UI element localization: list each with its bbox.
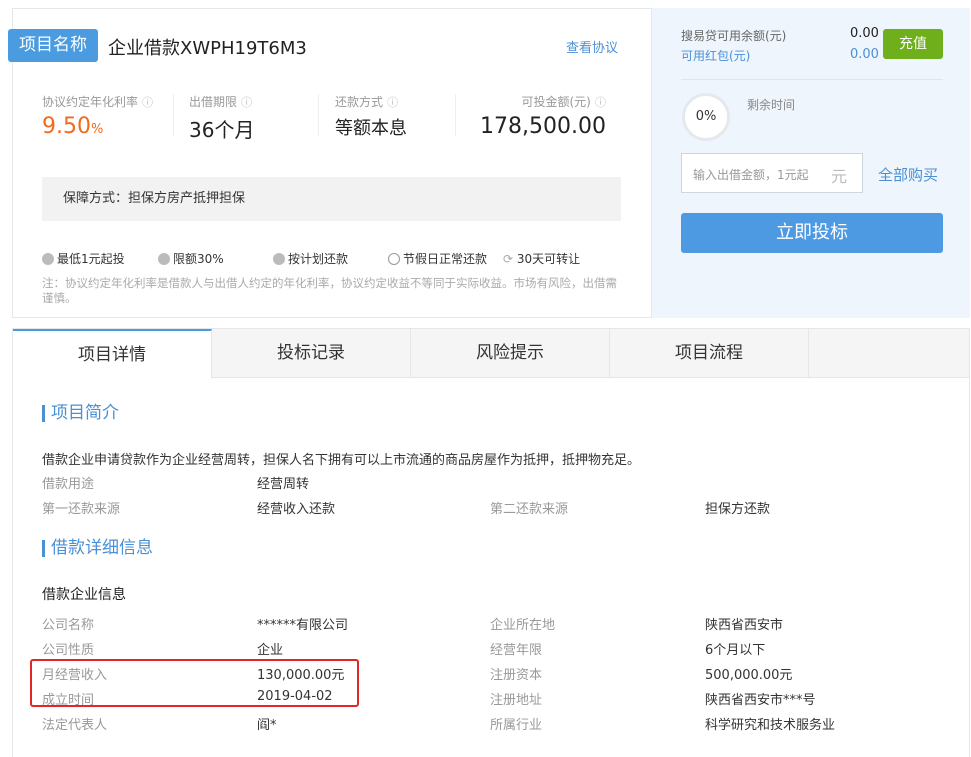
- progress-ring: 0%: [682, 93, 730, 141]
- invest-button[interactable]: 立即投标: [681, 213, 943, 253]
- feature-holiday: 节假日正常还款: [388, 250, 487, 267]
- field-value: 科学研究和技术服务业: [705, 718, 836, 733]
- highlight-box: [30, 659, 359, 707]
- feature-min: 最低1元起投: [42, 250, 125, 267]
- field-label: 企业所在地: [490, 618, 556, 633]
- feature-transfer: ⟳ 30天可转让: [503, 252, 581, 266]
- guarantee-box: 保障方式：担保方房产抵押担保: [42, 177, 621, 221]
- info-icon: ⓘ: [142, 96, 154, 109]
- field-value: ******有限公司: [257, 618, 349, 633]
- stat-rate: 协议约定年化利率 ⓘ 9.50%: [42, 95, 154, 139]
- refresh-icon: ⟳: [503, 252, 514, 266]
- field-value: 陕西省西安市: [705, 618, 784, 633]
- remaining-time-label: 剩余时间: [747, 98, 796, 112]
- section-heading-intro: 项目简介: [42, 405, 119, 422]
- balance-label: 搜易贷可用余额(元): [681, 29, 787, 43]
- project-name-badge: 项目名称: [8, 29, 98, 62]
- company-info-heading: 借款企业信息: [42, 587, 126, 603]
- stat-term: 出借期限 ⓘ 36个月: [189, 95, 255, 142]
- balance-value: 0.00: [850, 26, 879, 41]
- info-icon: ⓘ: [595, 96, 606, 109]
- tab-project-details[interactable]: 项目详情: [13, 329, 212, 379]
- pie-icon: [158, 253, 170, 265]
- field-value: 企业: [257, 643, 284, 658]
- field-value: 500,000.00元: [705, 668, 793, 683]
- intro-text: 借款企业申请贷款作为企业经营周转，担保人名下拥有可以上市流通的商品房屋作为抵押，…: [42, 453, 641, 468]
- stat-available: 可投金额(元) ⓘ 178,500.00: [480, 95, 606, 139]
- field-label: 注册地址: [490, 693, 543, 708]
- field-label: 公司名称: [42, 618, 95, 633]
- section-heading-details: 借款详细信息: [42, 540, 153, 557]
- field-value: 陕西省西安市***号: [705, 693, 816, 708]
- coupon-value: 0.00: [850, 47, 879, 62]
- tab-bid-records[interactable]: 投标记录: [212, 329, 411, 378]
- field-value: 经营周转: [257, 477, 310, 492]
- yen-icon: [273, 253, 285, 265]
- field-label: 经营年限: [490, 643, 543, 658]
- recharge-button[interactable]: 充值: [883, 29, 943, 59]
- field-label: 注册资本: [490, 668, 543, 683]
- field-label: 第一还款来源: [42, 502, 121, 517]
- buy-all-link[interactable]: 全部购买: [878, 164, 938, 185]
- field-value: 担保方还款: [705, 502, 771, 517]
- project-title: 企业借款XWPH19T6M3: [108, 38, 307, 59]
- info-icon: ⓘ: [387, 96, 399, 109]
- field-label: 公司性质: [42, 643, 95, 658]
- feature-plan: 按计划还款: [273, 250, 348, 267]
- field-value: 经营收入还款: [257, 502, 336, 517]
- feature-limit: 限额30%: [158, 250, 224, 267]
- stat-repayment: 还款方式 ⓘ 等额本息: [335, 95, 407, 139]
- field-value: 阎*: [257, 718, 277, 733]
- field-label: 第二还款来源: [490, 502, 569, 517]
- detail-tabs: 项目详情 投标记录 风险提示 项目流程: [12, 328, 970, 379]
- info-icon: ⓘ: [241, 96, 253, 109]
- field-label: 借款用途: [42, 477, 95, 492]
- risk-note: 注：协议约定年化利率是借款人与出借人约定的年化利率，协议约定收益不等同于实际收益…: [42, 276, 617, 305]
- invest-panel: 搜易贷可用余额(元) 0.00 可用红包(元) 0.00 充值 0% 剩余时间 …: [651, 8, 970, 318]
- clock-icon: [388, 253, 400, 265]
- view-agreement-link[interactable]: 查看协议: [566, 37, 618, 56]
- amount-input[interactable]: 输入出借金额，1元起 元: [681, 153, 863, 193]
- tab-project-process[interactable]: 项目流程: [610, 329, 809, 378]
- info-icon: [42, 253, 54, 265]
- tab-risk-notice[interactable]: 风险提示: [411, 329, 610, 378]
- field-value: 6个月以下: [705, 643, 766, 658]
- field-label: 所属行业: [490, 718, 543, 733]
- field-label: 法定代表人: [42, 718, 108, 733]
- coupon-label: 可用红包(元): [681, 49, 751, 63]
